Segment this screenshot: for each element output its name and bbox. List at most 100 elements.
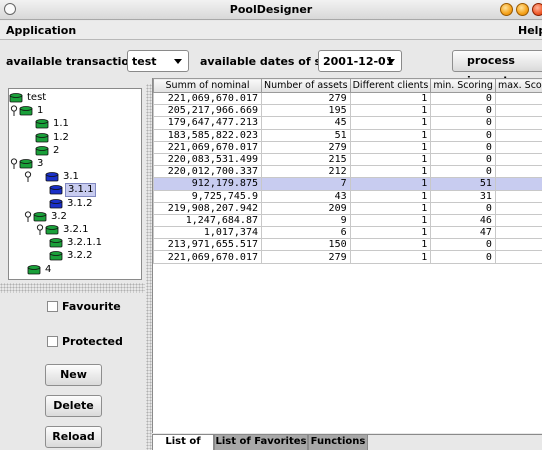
- table-row[interactable]: 912,179.875715167: [153, 177, 542, 191]
- table-row[interactable]: 213,971,655.5171501067: [153, 238, 542, 252]
- expand-handle-icon[interactable]: [10, 105, 19, 117]
- tab-list-of-favorites[interactable]: List of Favorites: [214, 435, 308, 450]
- window-title: PoolDesigner: [229, 3, 313, 16]
- table-cell: 1: [349, 152, 432, 167]
- table-cell: 0: [430, 238, 496, 252]
- table-cell: 1: [349, 189, 432, 203]
- table-cell: 50: [494, 104, 542, 118]
- chevron-down-icon: [387, 59, 395, 64]
- column-header[interactable]: Different clients: [349, 78, 432, 93]
- tree-node-label: test: [27, 92, 47, 103]
- table-cell: 67: [494, 165, 542, 179]
- table-cell: 67: [494, 152, 542, 167]
- protected-label: Protected: [62, 335, 123, 348]
- table-cell: 1: [349, 91, 432, 106]
- protected-checkbox-box[interactable]: [47, 336, 58, 347]
- tab-functions[interactable]: Functions: [308, 435, 368, 450]
- chevron-down-icon: [174, 59, 182, 64]
- table-cell: 0: [430, 165, 496, 179]
- table-cell: 279: [261, 91, 351, 106]
- table-cell: 213,971,655.517: [153, 238, 262, 252]
- menu-application[interactable]: Application: [6, 24, 76, 37]
- database-icon: [49, 251, 63, 261]
- table-row[interactable]: 179,647,477.21345100: [153, 116, 542, 130]
- table-cell: 279: [261, 250, 351, 264]
- table-cell: 0: [430, 152, 496, 167]
- table-cell: 150: [261, 238, 351, 252]
- bottom-tabs: List of Sets List of Favorites Functions: [152, 434, 542, 450]
- tab-list-of-sets[interactable]: List of Sets: [152, 435, 214, 450]
- close-button[interactable]: [532, 3, 542, 16]
- horizontal-split-handle[interactable]: [0, 283, 145, 293]
- database-icon: [27, 264, 41, 274]
- process-import-button[interactable]: process import: [452, 50, 542, 87]
- table-cell: 9: [261, 213, 351, 228]
- tree-node-label: 1.1: [53, 118, 69, 130]
- protected-checkbox[interactable]: Protected: [47, 335, 127, 349]
- column-header[interactable]: Number of assets: [261, 78, 351, 93]
- expand-handle-icon[interactable]: [24, 171, 33, 183]
- table-cell: 1: [349, 201, 432, 215]
- expand-handle-icon[interactable]: [36, 224, 45, 235]
- table-cell: 1: [349, 226, 432, 240]
- table-cell: 67: [494, 226, 542, 240]
- delete-button[interactable]: Delete: [45, 395, 102, 417]
- table-row[interactable]: 1,247,684.87914667: [153, 213, 542, 228]
- database-icon: [33, 211, 47, 222]
- tree-node-label: 4: [45, 263, 52, 275]
- table-cell: 1: [349, 250, 432, 264]
- tree-node-label: 3.2.1.1: [67, 237, 102, 249]
- pool-tree[interactable]: test 1 1.1 1.2 2 3 3.1 3.1.1 3.1.2 3.2 3.2.1 3.2.1.…: [8, 88, 142, 280]
- table-row[interactable]: 1,017,374614767: [153, 226, 542, 240]
- table-cell: 9,725,745.9: [153, 189, 262, 203]
- favourite-checkbox[interactable]: Favourite: [47, 300, 127, 314]
- table-cell: 221,069,670.017: [153, 250, 262, 264]
- database-icon: [45, 172, 59, 182]
- favourite-checkbox-box[interactable]: [47, 301, 58, 312]
- table-cell: 6: [261, 226, 351, 240]
- transactions-combo[interactable]: test: [127, 50, 189, 72]
- table-cell: 67: [494, 91, 542, 106]
- column-header[interactable]: min. Scoring: [430, 78, 496, 93]
- new-button[interactable]: New: [45, 364, 102, 386]
- expand-handle-icon[interactable]: [10, 158, 19, 169]
- table-row[interactable]: 220,012,700.3372121067: [153, 165, 542, 179]
- menu-help[interactable]: Help: [518, 24, 542, 37]
- table-cell: 221,069,670.017: [153, 140, 262, 154]
- tree-node-label: 1: [37, 105, 44, 117]
- table-cell: 0: [430, 201, 496, 215]
- expand-handle-icon[interactable]: [24, 211, 33, 222]
- table-cell: 51: [261, 128, 351, 142]
- tree-node-label: 3: [37, 158, 44, 169]
- table-cell: 212: [261, 165, 351, 179]
- table-cell: 67: [494, 201, 542, 215]
- table-row[interactable]: 183,585,822.02351100: [153, 128, 542, 142]
- table-row[interactable]: 221,069,670.0172791067: [153, 250, 542, 264]
- table-row[interactable]: 221,069,670.0172791067: [153, 140, 542, 154]
- sets-table: Summ of nominal Number of assets Different…: [152, 78, 542, 433]
- table-cell: 0: [430, 250, 496, 264]
- database-icon: [45, 225, 59, 235]
- table-cell: 1: [349, 177, 432, 191]
- table-row[interactable]: 205,217,966.6691951050: [153, 104, 542, 118]
- column-header[interactable]: max. Scoring: [494, 78, 542, 93]
- table-cell: 0: [494, 128, 542, 142]
- table-cell: 1: [349, 104, 432, 118]
- minimize-button[interactable]: [500, 3, 513, 16]
- table-cell: 51: [430, 177, 496, 191]
- table-cell: 47: [430, 226, 496, 240]
- maximize-button[interactable]: [516, 3, 529, 16]
- table-cell: 67: [494, 140, 542, 154]
- table-header-row: Summ of nominal Number of assets Different…: [153, 78, 542, 93]
- table-cell: 43: [261, 189, 351, 203]
- table-row[interactable]: 9,725,745.94313167: [153, 189, 542, 203]
- reload-button[interactable]: Reload: [45, 426, 102, 448]
- table-row[interactable]: 219,908,207.9422091067: [153, 201, 542, 215]
- transactions-value: test: [132, 55, 157, 68]
- table-row[interactable]: 220,083,531.4992151067: [153, 152, 542, 167]
- database-icon: [9, 93, 23, 103]
- column-header[interactable]: Summ of nominal: [153, 78, 262, 93]
- dates-combo[interactable]: 2001-12-01: [318, 50, 402, 72]
- table-cell: 1: [349, 238, 432, 252]
- table-row[interactable]: 221,069,670.0172791067: [153, 91, 542, 106]
